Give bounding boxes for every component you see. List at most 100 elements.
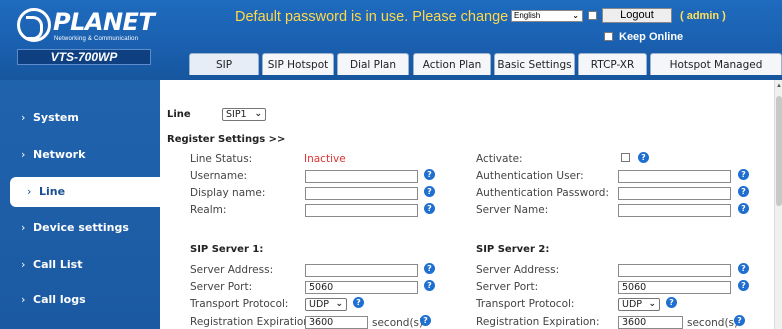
language-value: English [514,11,541,20]
line-label: Line [167,109,191,120]
tab-action-plan[interactable]: Action Plan [413,53,491,75]
username-label: Username: [190,170,248,182]
help-icon[interactable]: ? [738,203,749,214]
logout-button[interactable]: Logout [602,8,672,23]
username-input[interactable] [305,170,418,183]
keep-online-checkbox[interactable] [604,32,613,41]
server1-expiration-input[interactable]: 3600 [305,316,368,329]
display-name-label: Display name: [190,187,266,199]
help-icon[interactable]: ? [738,169,749,180]
server2-expiration-input[interactable]: 3600 [618,316,683,329]
server-name-input[interactable] [618,204,731,217]
chevron-right-icon: › [21,148,26,161]
help-icon[interactable]: ? [424,263,435,274]
chevron-down-icon: ⌄ [254,109,262,119]
help-icon[interactable]: ? [424,169,435,180]
scroll-up-arrow-icon[interactable]: ▲ [776,83,782,89]
vertical-scrollbar[interactable]: ▲ [774,80,782,329]
sidebar-item-call-logs[interactable]: › Call logs [0,285,160,315]
language-checkbox[interactable] [588,11,597,20]
sidebar-item-call-list[interactable]: › Call List [0,250,160,280]
help-icon[interactable]: ? [734,315,745,326]
auth-user-input[interactable] [618,170,731,183]
line-select[interactable]: SIP1 ⌄ [222,108,266,121]
help-icon[interactable]: ? [420,315,431,326]
tab-sip-hotspot[interactable]: SIP Hotspot [262,53,334,75]
help-icon[interactable]: ? [424,203,435,214]
tab-basic-settings[interactable]: Basic Settings [494,53,575,75]
line-status-value: Inactive [304,153,346,165]
chevron-right-icon: › [21,221,26,234]
server1-expiration-label: Registration Expiration: [190,316,314,328]
header: PLANET Networking & Communication VTS-70… [0,0,782,93]
server1-expiration-unit: second(s) [372,317,424,329]
default-password-banner: Default password is in use. Please chang… [235,9,509,25]
planet-logo-mark [17,8,51,42]
tab-hotspot-managed-extension[interactable]: Hotspot Managed Extension [650,53,782,93]
server2-expiration-label: Registration Expiration: [476,316,600,328]
tab-dial-plan[interactable]: Dial Plan [337,53,409,75]
scrollbar-thumb[interactable] [776,96,782,206]
sip-server-1-title: SIP Server 1: [190,244,264,255]
help-icon[interactable]: ? [738,280,749,291]
auth-user-label: Authentication User: [476,170,584,182]
logo-subtitle: Networking & Communication [54,36,139,42]
server1-address-label: Server Address: [190,264,274,276]
server2-transport-select[interactable]: UDP ⌄ [618,298,660,311]
sidebar-item-system[interactable]: › System [0,103,160,133]
help-icon[interactable]: ? [353,297,364,308]
main-content: Line SIP1 ⌄ Register Settings >> Line St… [160,80,774,329]
server1-address-input[interactable] [305,264,418,277]
logo-name: PLANET [53,8,155,36]
auth-password-input[interactable] [618,187,731,200]
sidebar-item-device-settings[interactable]: › Device settings [0,213,160,243]
chevron-down-icon: ⌄ [572,11,579,20]
help-icon[interactable]: ? [424,280,435,291]
sip-server-2-title: SIP Server 2: [476,244,550,255]
sidebar-item-label: Line [39,185,66,198]
server2-port-label: Server Port: [476,281,539,293]
server2-address-label: Server Address: [476,264,560,276]
sidebar-item-label: System [33,111,79,124]
help-icon[interactable]: ? [638,152,649,163]
sidebar-item-label: Call logs [33,293,86,306]
server1-transport-value: UDP [309,299,329,310]
server1-port-input[interactable]: 5060 [305,281,418,294]
sidebar-item-label: Network [33,148,86,161]
chevron-right-icon: › [21,258,26,271]
server1-transport-select[interactable]: UDP ⌄ [305,298,347,311]
help-icon[interactable]: ? [738,263,749,274]
register-settings-title[interactable]: Register Settings >> [167,134,285,145]
activate-checkbox[interactable] [621,153,630,162]
chevron-down-icon: ⌄ [648,299,656,309]
realm-label: Realm: [190,204,227,216]
help-icon[interactable]: ? [424,186,435,197]
sidebar-item-label: Call List [33,258,83,271]
current-user: ( admin ) [680,10,726,22]
server2-address-input[interactable] [618,264,731,277]
display-name-input[interactable] [305,187,418,200]
server2-transport-label: Transport Protocol: [476,298,575,310]
activate-label: Activate: [476,153,523,165]
model-badge: VTS-700WP [17,49,151,65]
sidebar-item-label: Device settings [33,221,129,234]
tab-rtcp-xr[interactable]: RTCP-XR [578,53,647,75]
language-select[interactable]: English ⌄ [511,10,583,22]
chevron-down-icon: ⌄ [335,299,343,309]
server1-transport-label: Transport Protocol: [190,298,289,310]
sidebar: › System › Network › Line › Device settings … [0,80,160,329]
sidebar-item-network[interactable]: › Network [0,140,160,170]
server1-port-label: Server Port: [190,281,253,293]
tab-sip[interactable]: SIP [189,53,259,75]
realm-input[interactable] [305,204,418,217]
server2-port-input[interactable]: 5060 [618,281,731,294]
help-icon[interactable]: ? [666,297,677,308]
server-name-label: Server Name: [476,204,549,216]
help-icon[interactable]: ? [738,186,749,197]
chevron-right-icon: › [27,185,32,198]
sidebar-item-line[interactable]: › Line [10,177,160,207]
chevron-right-icon: › [21,293,26,306]
keep-online-label: Keep Online [619,31,684,43]
planet-logo: PLANET Networking & Communication [17,6,157,46]
auth-password-label: Authentication Password: [476,187,609,199]
